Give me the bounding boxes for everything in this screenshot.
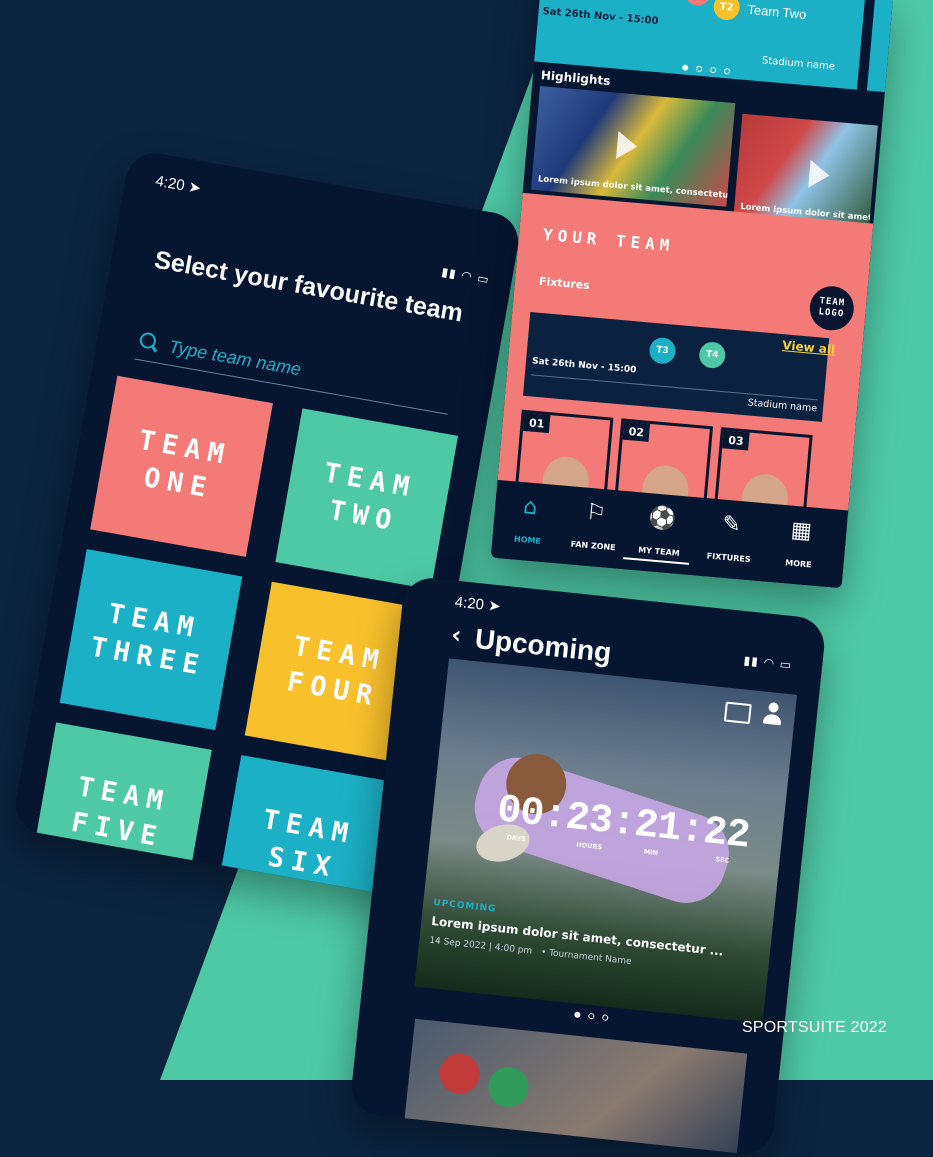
team-tile[interactable]: TEAM FIVE [29,722,212,898]
stadium-name: Stadium name [747,397,818,415]
your-team-section: YOUR TEAM Fixtures TEAM LOGO T3 T4 Sat 26… [496,192,874,527]
nav-label: FIXTURES [706,551,751,565]
team-tile[interactable] [11,895,182,898]
team-badge: T4 [698,340,727,370]
highlight-card[interactable]: Lorem ipsum dolor sit amet [733,113,878,230]
team-name: Team Two [746,1,807,22]
team-badge: T3 [648,336,677,365]
tournament-name: Tournament Name [548,948,632,968]
nav-fan-zone[interactable]: ⚐ FAN ZONE [561,492,629,565]
user-icon[interactable] [762,702,784,726]
highlight-card[interactable]: Lorem ipsum dolor sit amet, consectetur [531,86,736,207]
cast-icon[interactable] [723,701,752,725]
highlights-heading: Highlights [540,68,611,89]
team-badge: T2 [712,0,741,22]
player-number: 02 [622,421,651,442]
my-team-screen: T1 T2 Team Two Sat 26th Nov - 15:00 Stad… [490,0,894,589]
back-icon[interactable]: ‹ [450,621,463,650]
divider [530,374,818,401]
grid-icon: ▦ [789,517,813,545]
hero-banner[interactable]: 00:23:21:22 DAYS HOURS MIN SEC UPCOMING … [414,658,798,1024]
carousel-dot[interactable] [681,64,689,71]
status-time: 4:20 ➤ [453,593,502,616]
play-icon [616,131,639,161]
nav-home[interactable]: ⌂ HOME [495,486,563,559]
nav-fixtures[interactable]: ✎ FIXTURES [696,504,764,577]
carousel-dot[interactable] [601,1014,609,1021]
upcoming-screen: 4:20 ➤ ▮▮ ◠ ▭ ‹ Upcoming 00:23:21:22 DAY… [348,575,828,1157]
team-logo: TEAM LOGO [807,284,856,333]
fixtures-label: Fixtures [538,274,591,293]
team-badge: T1 [683,0,712,7]
flag-icon: ⚐ [585,499,607,527]
team-tile[interactable]: TEAM ONE [90,375,273,557]
status-icons: ▮▮ ◠ ▭ [742,653,793,673]
search-icon [138,331,158,350]
team-tile[interactable]: TEAM TWO [275,408,459,590]
home-icon: ⌂ [522,494,539,521]
event-photo [486,1064,531,1109]
event-date: 14 Sep 2022 | 4:00 pm [428,935,533,957]
nav-label: HOME [513,534,542,546]
event-photo [437,1051,482,1096]
football-icon: ⚽ [647,505,678,533]
nav-label: MY TEAM [637,545,681,558]
section-title: YOUR TEAM [542,224,676,256]
status-icons: ▮▮ ◠ ▭ [440,264,491,287]
upcoming-tag: UPCOMING [432,898,497,915]
carousel-dot[interactable] [574,1011,581,1019]
fixture-card[interactable]: T3 T4 Sat 26th Nov - 15:00 Stadium name [523,312,830,422]
brand-credit: SPORTSUITE 2022 [742,1019,887,1036]
nav-label: FAN ZONE [570,539,616,553]
carousel-dot[interactable] [709,66,717,74]
team-tile[interactable]: TEAM THREE [59,549,243,731]
carousel-dot[interactable] [723,68,731,75]
page-title: Select your favourite team [152,245,466,328]
player-number: 03 [722,430,750,451]
nav-more[interactable]: ▦ MORE [766,510,834,583]
status-time: 4:20 ➤ [154,172,203,198]
carousel-dots [574,1011,609,1021]
event-card[interactable] [402,1018,748,1157]
carousel-dot[interactable] [695,65,703,73]
match-date: Sat 26th Nov - 15:00 [542,5,659,28]
whistle-icon: ✎ [721,511,742,539]
countdown-label: MIN [643,847,659,858]
player-number: 01 [522,412,551,434]
carousel-dot[interactable] [588,1012,595,1020]
fixture-date: Sat 26th Nov - 15:00 [531,356,637,376]
nav-label: MORE [784,558,812,570]
countdown-label: SEC [714,855,730,865]
stadium-name: Stadium name [761,55,836,73]
play-icon [808,159,831,190]
